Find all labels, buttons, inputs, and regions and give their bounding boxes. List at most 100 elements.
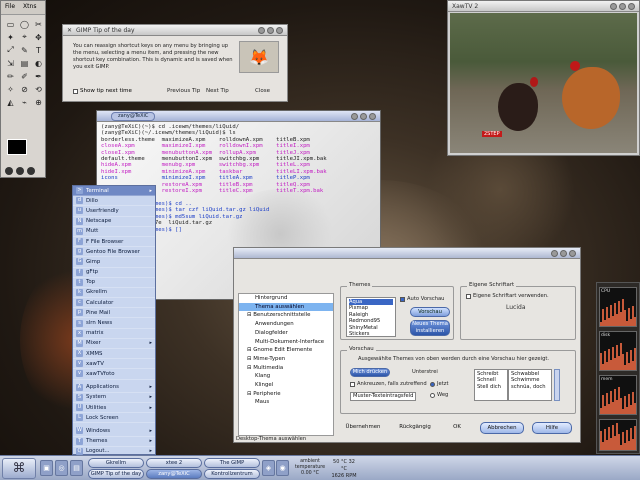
- tool-9-icon[interactable]: ⇲: [4, 57, 17, 69]
- preview-button[interactable]: Vorschau: [410, 307, 450, 317]
- tool-15-icon[interactable]: ✧: [4, 83, 17, 95]
- menu-item-dillo[interactable]: d Dillo: [73, 196, 155, 207]
- tray-icon[interactable]: ◈: [262, 460, 275, 476]
- preview-list-left[interactable]: Schreibt Schnell Stell dich: [474, 369, 508, 401]
- menu-item-f-file-browser[interactable]: FF File Browser: [73, 237, 155, 248]
- window-menu-icon[interactable]: ✕: [67, 27, 72, 34]
- tool-11-icon[interactable]: ◐: [32, 57, 45, 69]
- taskbar-task[interactable]: GIMP Tip of the day: [88, 469, 144, 479]
- launcher-terminal-icon[interactable]: ▣: [40, 460, 53, 476]
- taskbar-task[interactable]: zany@TeXiC: [146, 469, 202, 479]
- minimize-icon[interactable]: [610, 2, 617, 10]
- show-tip-checkbox[interactable]: Show tip next time: [73, 88, 132, 94]
- cancel-button[interactable]: Abbrechen: [480, 422, 524, 434]
- menu-item-utilities[interactable]: U Utilities ▸: [73, 403, 155, 414]
- maximize-icon[interactable]: [267, 26, 274, 34]
- tree-item[interactable]: ⊟ Benutzerschnittstelle: [239, 311, 333, 320]
- menu-item-system[interactable]: S System ▸: [73, 393, 155, 403]
- menu-item-netscape[interactable]: N Netscape: [73, 217, 155, 227]
- menu-item-slrn-news[interactable]: s slrn News: [73, 318, 155, 329]
- tree-item[interactable]: Anwendungen: [239, 320, 333, 329]
- tree-item[interactable]: ⊟ Gnome Edit Elemente: [239, 346, 333, 355]
- radio-away[interactable]: Weg: [430, 392, 448, 398]
- foreground-color-swatch[interactable]: [7, 139, 27, 155]
- tool-1-icon[interactable]: ◯: [18, 18, 31, 30]
- tool-7-icon[interactable]: ✎: [18, 44, 31, 56]
- menu-item-calculator[interactable]: c Calculator: [73, 298, 155, 309]
- brush-indicators[interactable]: [5, 167, 43, 175]
- tool-20-icon[interactable]: ⊕: [32, 96, 45, 108]
- tool-10-icon[interactable]: ▤: [18, 57, 31, 69]
- menu-item-mixer[interactable]: M Mixer ▸: [73, 339, 155, 349]
- tool-6-icon[interactable]: ⤢: [4, 44, 17, 56]
- minimize-icon[interactable]: [551, 249, 558, 257]
- custom-font-checkbox[interactable]: Eigene Schriftart verwenden.: [466, 293, 549, 299]
- taskbar-task[interactable]: Gkrellm: [88, 458, 144, 468]
- preview-scrollbar[interactable]: [554, 369, 560, 401]
- sample-text-field[interactable]: Muster-Texteintragsfeld: [350, 392, 416, 401]
- ok-button[interactable]: OK: [444, 422, 470, 432]
- tool-8-icon[interactable]: T: [32, 44, 45, 56]
- next-tip-button[interactable]: Next Tip: [206, 88, 229, 94]
- close-button[interactable]: Close: [255, 88, 270, 94]
- press-me-button[interactable]: Mich drücken: [350, 368, 390, 377]
- tool-16-icon[interactable]: ⊘: [18, 83, 31, 95]
- menu-item-lock-screen[interactable]: L Lock Screen: [73, 413, 155, 424]
- menu-item-gkrellm[interactable]: k Gkrellm: [73, 288, 155, 299]
- minimize-icon[interactable]: [351, 112, 358, 120]
- taskbar-task[interactable]: Kontrollzentrum: [204, 469, 260, 479]
- tree-item[interactable]: Dialogfelder: [239, 329, 333, 338]
- taskbar-task[interactable]: xtee 2: [146, 458, 202, 468]
- themes-list[interactable]: Aqua Pixmap Raleigh Redmond95 ShinyMetal Stic…: [346, 297, 396, 337]
- settings-titlebar[interactable]: [234, 248, 580, 259]
- revert-button[interactable]: Rückgängig: [392, 422, 438, 432]
- minimize-icon[interactable]: [258, 26, 265, 34]
- menu-item-logout-[interactable]: Q Logout... ▸: [73, 447, 155, 455]
- close-icon[interactable]: [569, 249, 576, 257]
- launcher-browser-icon[interactable]: ◎: [55, 460, 68, 476]
- font-preview[interactable]: Lucida: [506, 304, 526, 311]
- menu-item-pine-mail[interactable]: p Pine Mail: [73, 308, 155, 319]
- list-item[interactable]: schnüa, doch: [511, 384, 549, 390]
- radio-now[interactable]: Jetzt: [430, 381, 449, 387]
- menu-item-windows[interactable]: W Windows ▸: [73, 426, 155, 437]
- menu-item-themes[interactable]: T Themes ▸: [73, 437, 155, 447]
- tool-0-icon[interactable]: ▭: [4, 18, 17, 30]
- tree-item[interactable]: ⊟ Mime-Typen: [239, 355, 333, 364]
- tool-14-icon[interactable]: ✒: [32, 70, 45, 82]
- menu-item-mutt[interactable]: m Mutt: [73, 227, 155, 237]
- apply-button[interactable]: Übernehmen: [340, 422, 386, 432]
- previous-tip-button[interactable]: Previous Tip: [167, 88, 200, 94]
- tool-18-icon[interactable]: ◭: [4, 96, 17, 108]
- tool-5-icon[interactable]: ✥: [32, 31, 45, 43]
- maximize-icon[interactable]: [619, 2, 626, 10]
- menu-item-xawtvfoto[interactable]: v xawTVfoto: [73, 369, 155, 380]
- auto-preview-checkbox[interactable]: Auto Vorschau: [400, 296, 444, 302]
- menu-item-terminal[interactable]: > Terminal ▸: [73, 186, 155, 197]
- apply-checkbox[interactable]: Ankreuzen, falls zutreffend: [350, 381, 427, 387]
- maximize-icon[interactable]: [560, 249, 567, 257]
- close-icon[interactable]: [276, 26, 283, 34]
- tree-item[interactable]: Hintergrund: [239, 294, 333, 303]
- menu-item-gentoo-file-browser[interactable]: g Gentoo File Browser: [73, 247, 155, 258]
- list-item[interactable]: Stell dich: [477, 384, 505, 390]
- tray-icon-2[interactable]: ◉: [276, 460, 289, 476]
- menu-item-matrix[interactable]: x matrix: [73, 329, 155, 339]
- tool-3-icon[interactable]: ✦: [4, 31, 17, 43]
- tree-item[interactable]: Klingel: [239, 381, 333, 390]
- video-titlebar[interactable]: XawTV 2: [448, 1, 639, 12]
- tool-17-icon[interactable]: ⟲: [32, 83, 45, 95]
- tool-13-icon[interactable]: ✐: [18, 70, 31, 82]
- close-icon[interactable]: [628, 2, 635, 10]
- taskbar-task[interactable]: The GIMP: [204, 458, 260, 468]
- menu-item-top[interactable]: t Top: [73, 278, 155, 288]
- tool-19-icon[interactable]: ⌁: [18, 96, 31, 108]
- tree-item[interactable]: Multi-Dokument-Interface: [239, 338, 333, 347]
- tree-item[interactable]: ⊟ Peripherie: [239, 390, 333, 399]
- menu-item-userfriendly[interactable]: u Userfriendly: [73, 206, 155, 217]
- close-icon[interactable]: [369, 112, 376, 120]
- tip-titlebar[interactable]: ✕ GIMP Tip of the day: [63, 25, 287, 36]
- menu-item-gimp[interactable]: G Gimp: [73, 257, 155, 268]
- tree-item[interactable]: Maus: [239, 398, 333, 407]
- preview-list-right[interactable]: Schwabbel Schwimme schnüa, doch: [508, 369, 552, 401]
